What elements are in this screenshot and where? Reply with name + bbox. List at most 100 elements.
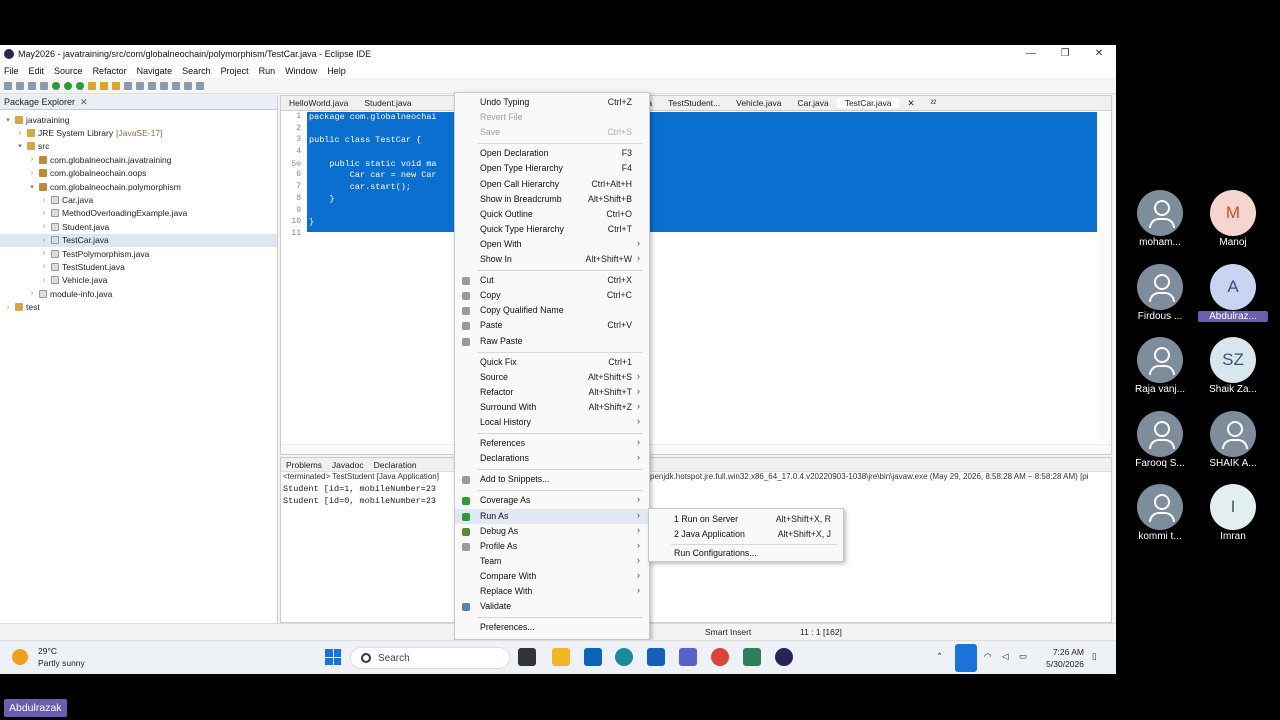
tree-item[interactable]: › com.globalneochain.oops <box>0 167 277 180</box>
menu-item-open-type-hierarchy[interactable]: Open Type Hierarchy F4 <box>455 161 649 176</box>
tree-item[interactable]: › TestStudent.java <box>0 260 277 273</box>
expand-toggle-icon[interactable]: › <box>28 170 36 177</box>
notifications-icon[interactable]: ▯ <box>1092 651 1097 662</box>
tree-item[interactable]: › MethodOverloadingExample.java <box>0 207 277 220</box>
tab-overflow[interactable]: ²² <box>923 98 945 108</box>
close-view-icon[interactable]: ✕ <box>80 97 88 108</box>
submenu-item-1-run-on-server[interactable]: 1 Run on Server Alt+Shift+X, R <box>649 512 843 527</box>
menu-navigate[interactable]: Navigate <box>137 66 173 76</box>
code-selection[interactable]: package com.globalneochai public class Te… <box>307 112 1097 232</box>
task-view-icon[interactable] <box>518 648 536 666</box>
microphone-icon[interactable] <box>955 644 977 672</box>
expand-toggle-icon[interactable]: ▾ <box>16 142 24 150</box>
editor-tab[interactable]: TestStudent... <box>660 98 728 108</box>
menu-item-run-as[interactable]: Run As › <box>455 508 649 524</box>
save-all-icon[interactable] <box>28 81 36 90</box>
external-tools-icon[interactable] <box>88 81 96 90</box>
menu-item-cut[interactable]: Cut Ctrl+X <box>455 273 649 288</box>
expand-toggle-icon[interactable]: ▾ <box>4 116 12 124</box>
minimize-button[interactable]: — <box>1014 45 1048 63</box>
participant-tile[interactable]: Farooq S... <box>1125 410 1195 481</box>
outlook-icon[interactable] <box>584 648 602 666</box>
menu-source[interactable]: Source <box>54 66 83 76</box>
windows-start-icon[interactable] <box>325 649 341 665</box>
menu-item-copy[interactable]: Copy Ctrl+C <box>455 288 649 303</box>
edge-icon[interactable] <box>615 648 633 666</box>
save-icon[interactable] <box>16 81 24 90</box>
tree-item[interactable]: ▾ com.globalneochain.polymorphism <box>0 180 277 193</box>
annotation-next-icon[interactable] <box>160 81 168 90</box>
tree-item[interactable]: › test <box>0 300 277 313</box>
menu-search[interactable]: Search <box>182 66 211 76</box>
participant-tile[interactable]: SHAIK A... <box>1198 410 1268 481</box>
participant-tile[interactable]: Firdous ... <box>1125 263 1195 334</box>
menu-item-open-declaration[interactable]: Open Declaration F3 <box>455 146 649 161</box>
submenu-item-2-java-application[interactable]: 2 Java Application Alt+Shift+X, J <box>649 527 843 542</box>
participant-tile[interactable]: A Abdulraz... <box>1198 263 1268 334</box>
tree-item[interactable]: › Vehicle.java <box>0 274 277 287</box>
new-package-icon[interactable] <box>112 81 120 90</box>
expand-toggle-icon[interactable]: › <box>40 263 48 270</box>
new-class-icon[interactable] <box>124 81 132 90</box>
participant-tile[interactable]: SZ Shaik Za... <box>1198 337 1268 407</box>
participant-tile[interactable]: kommi t... <box>1125 484 1195 554</box>
menu-item-coverage-as[interactable]: Coverage As › <box>455 493 649 508</box>
file-explorer-icon[interactable] <box>552 648 570 666</box>
menu-item-compare-with[interactable]: Compare With › <box>455 569 649 584</box>
store-icon[interactable] <box>647 648 665 666</box>
teams-icon[interactable] <box>679 648 697 666</box>
open-type-icon[interactable] <box>136 81 144 90</box>
tree-item[interactable]: › Student.java <box>0 220 277 233</box>
menu-item-raw-paste[interactable]: Raw Paste <box>455 334 649 349</box>
menu-item-show-in[interactable]: Show In Alt+Shift+W › <box>455 252 649 267</box>
tree-item[interactable]: › JRE System Library [JavaSE-17] <box>0 126 277 139</box>
participant-tile[interactable]: M Manoj <box>1198 190 1268 260</box>
maximize-button[interactable]: ❐ <box>1048 45 1082 63</box>
editor-tab[interactable]: HelloWorld.java <box>281 98 356 108</box>
annotation-prev-icon[interactable] <box>172 81 180 90</box>
menu-item-quick-type-hierarchy[interactable]: Quick Type Hierarchy Ctrl+T <box>455 222 649 237</box>
expand-toggle-icon[interactable]: › <box>40 223 48 230</box>
expand-toggle-icon[interactable]: › <box>40 197 48 204</box>
editor-vertical-scrollbar[interactable] <box>1099 112 1111 452</box>
menu-refactor[interactable]: Refactor <box>93 66 127 76</box>
menu-file[interactable]: File <box>4 66 19 76</box>
menu-item-quick-fix[interactable]: Quick Fix Ctrl+1 <box>455 355 649 370</box>
menu-item-source[interactable]: Source Alt+Shift+S › <box>455 370 649 385</box>
menu-item-paste[interactable]: Paste Ctrl+V <box>455 318 649 333</box>
debug-icon[interactable] <box>52 81 60 90</box>
menu-item-team[interactable]: Team › <box>455 554 649 569</box>
coverage-icon[interactable] <box>76 81 84 90</box>
menu-item-debug-as[interactable]: Debug As › <box>455 524 649 539</box>
menu-item-open-with[interactable]: Open With › <box>455 237 649 252</box>
menu-help[interactable]: Help <box>327 66 346 76</box>
menu-run[interactable]: Run <box>259 66 276 76</box>
participant-tile[interactable]: moham... <box>1125 190 1195 260</box>
expand-toggle-icon[interactable]: › <box>40 277 48 284</box>
volume-icon[interactable]: ◁ <box>1002 651 1009 662</box>
menu-item-quick-outline[interactable]: Quick Outline Ctrl+O <box>455 207 649 222</box>
back-icon[interactable] <box>184 81 192 90</box>
expand-toggle-icon[interactable]: › <box>16 130 24 137</box>
submenu-item-run-configurations[interactable]: Run Configurations... <box>649 546 843 561</box>
menu-item-declarations[interactable]: Declarations › <box>455 451 649 466</box>
participant-tile[interactable]: I Imran <box>1198 484 1268 554</box>
tree-item[interactable]: › TestCar.java <box>0 233 277 247</box>
system-clock[interactable]: 7:26 AM 5/30/2026 <box>1040 646 1084 670</box>
participant-tile[interactable]: Raja vanj... <box>1125 337 1195 407</box>
editor-tab[interactable]: Student.java <box>356 98 419 108</box>
expand-toggle-icon[interactable]: › <box>28 156 36 163</box>
menu-item-add-to-snippets[interactable]: Add to Snippets... <box>455 472 649 487</box>
menu-item-local-history[interactable]: Local History › <box>455 415 649 430</box>
menu-item-show-in-breadcrumb[interactable]: Show in Breadcrumb Alt+Shift+B <box>455 192 649 207</box>
menu-item-refactor[interactable]: Refactor Alt+Shift+T › <box>455 385 649 400</box>
new-java-project-icon[interactable] <box>100 81 108 90</box>
tab-problems[interactable]: Problems <box>281 460 327 470</box>
notepad-icon[interactable] <box>743 648 761 666</box>
editor-horizontal-scrollbar[interactable] <box>281 444 1111 454</box>
chrome-icon[interactable] <box>711 648 729 666</box>
editor-tab[interactable]: Car.java <box>790 98 837 108</box>
menu-item-profile-as[interactable]: Profile As › <box>455 539 649 554</box>
battery-icon[interactable]: ▭ <box>1019 651 1027 662</box>
expand-toggle-icon[interactable]: › <box>40 250 48 257</box>
